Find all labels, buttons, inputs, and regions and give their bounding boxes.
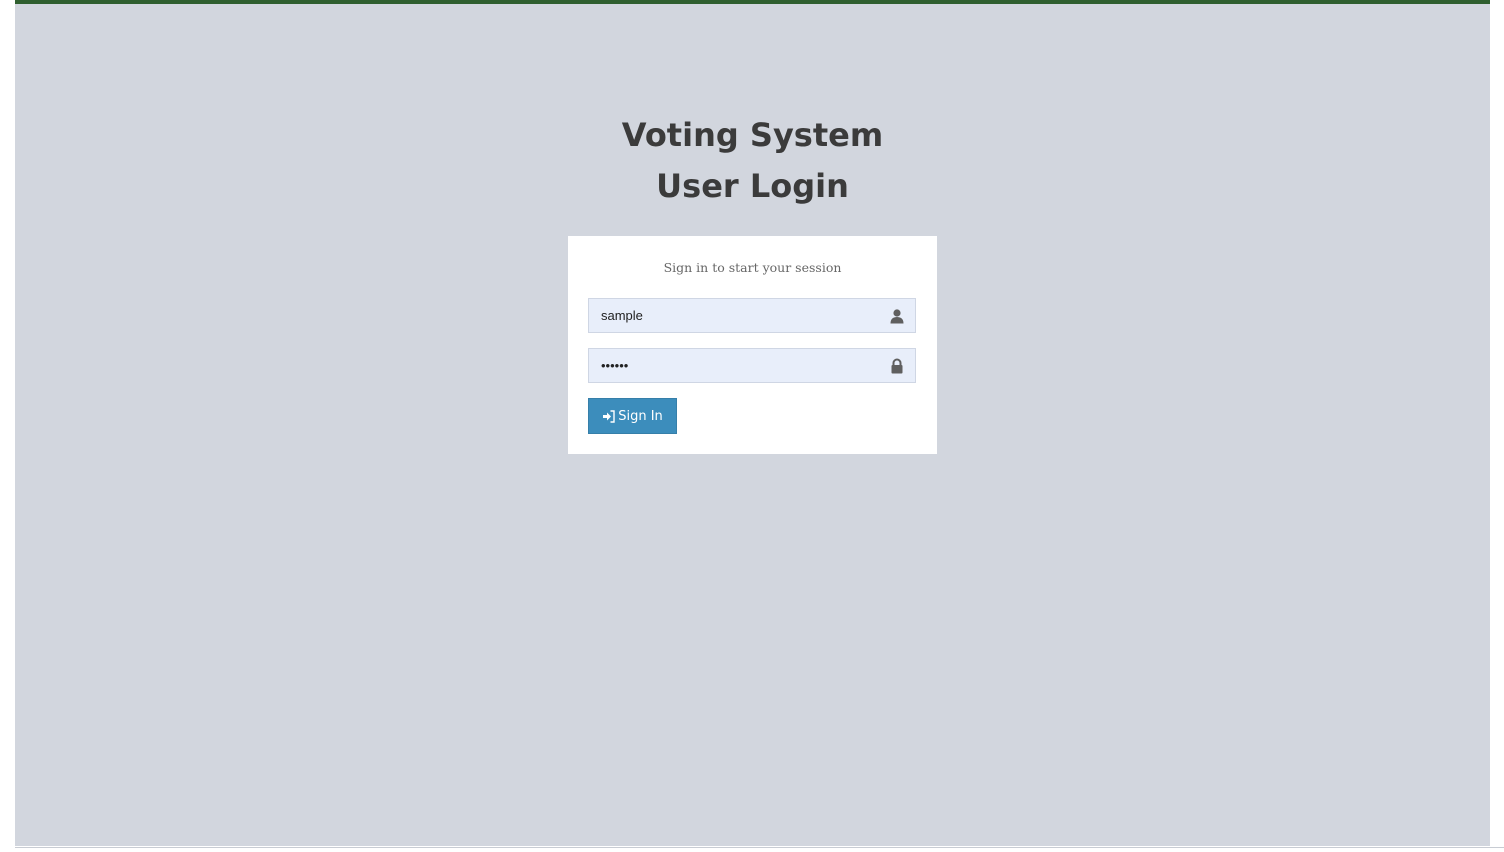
login-message: Sign in to start your session bbox=[663, 260, 842, 275]
top-bar bbox=[15, 0, 1490, 4]
sign-in-icon bbox=[602, 409, 615, 423]
username-field[interactable] bbox=[588, 298, 916, 333]
password-input[interactable] bbox=[589, 349, 879, 382]
login-box: Sign in to start your session sample •••… bbox=[568, 236, 937, 454]
login-page: Voting System User Login Sign in to star… bbox=[15, 0, 1490, 846]
password-field[interactable] bbox=[588, 348, 916, 383]
sign-in-label: Sign In bbox=[618, 408, 663, 424]
lock-icon bbox=[889, 358, 905, 374]
app-title: Voting System bbox=[621, 116, 884, 154]
bottom-divider bbox=[15, 847, 1504, 848]
page-title: User Login bbox=[656, 167, 849, 205]
sign-in-button[interactable]: Sign In bbox=[588, 398, 677, 434]
login-logo: Voting System User Login bbox=[15, 110, 1490, 212]
username-input[interactable] bbox=[589, 299, 879, 332]
user-icon bbox=[889, 308, 905, 324]
